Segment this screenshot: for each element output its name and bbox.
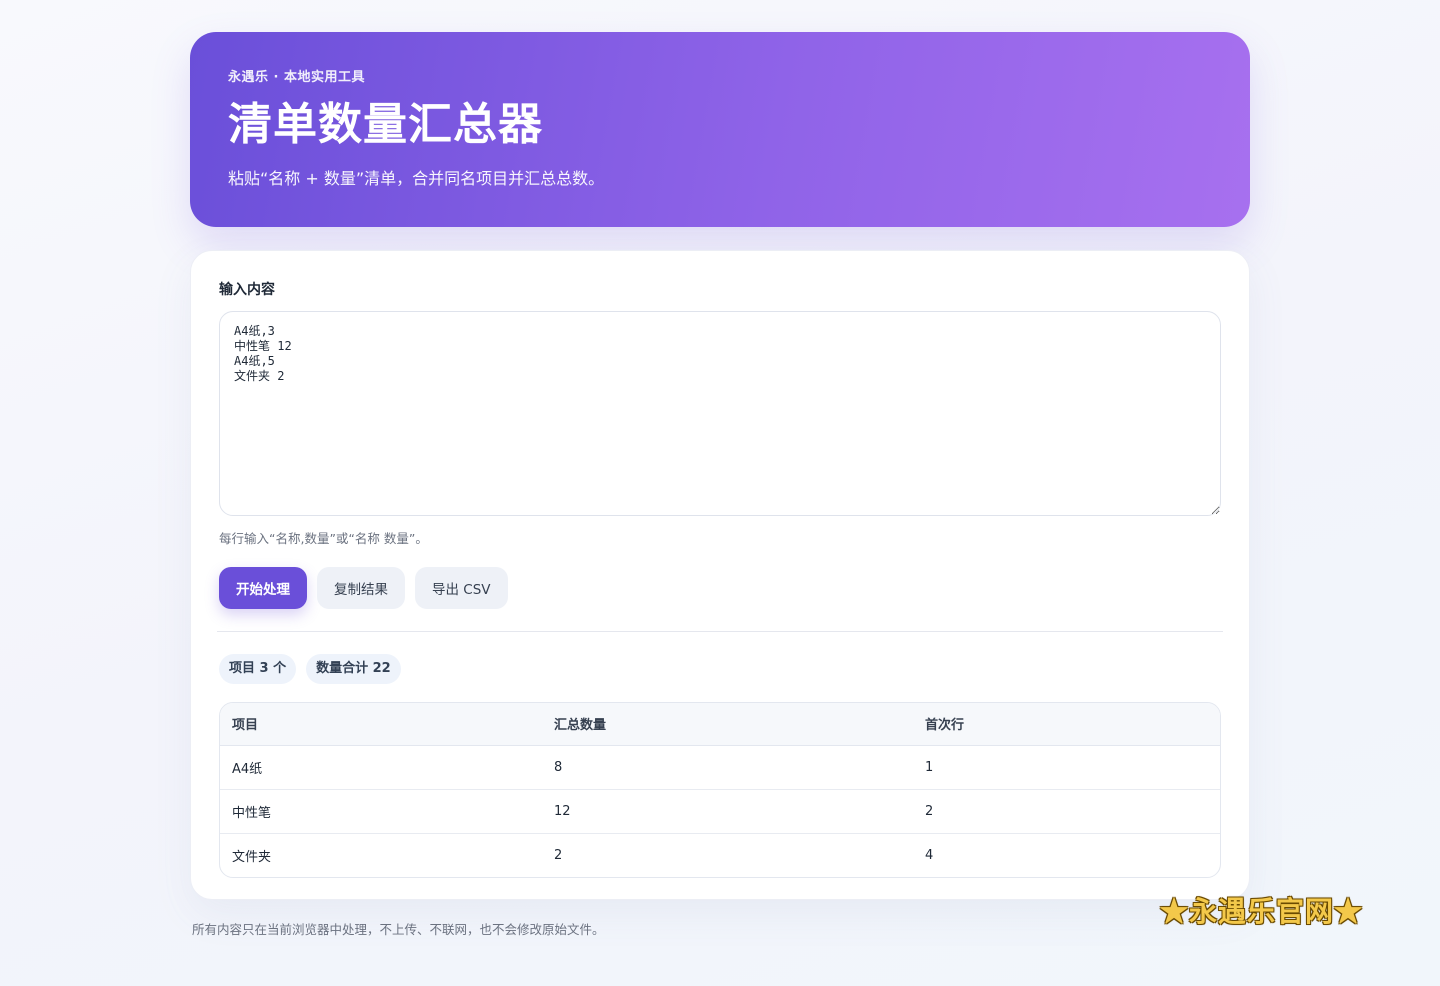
cell-item: A4纸 <box>220 745 542 790</box>
header-item: 项目 <box>220 703 542 746</box>
main-card: 输入内容 每行输入“名称,数量”或“名称 数量”。 开始处理 复制结果 导出 C… <box>190 250 1250 900</box>
table-row: 文件夹 2 4 <box>220 833 1220 877</box>
input-hint: 每行输入“名称,数量”或“名称 数量”。 <box>219 531 428 546</box>
table-row: A4纸 8 1 <box>220 745 1220 790</box>
export-csv-button[interactable]: 导出 CSV <box>415 567 508 609</box>
watermark-logo: ★永遇乐官网★ <box>1160 895 1364 928</box>
item-count-badge: 项目 3 个 <box>219 654 297 684</box>
cell-first-line: 1 <box>913 745 1220 790</box>
process-button[interactable]: 开始处理 <box>219 567 307 609</box>
summary-badges: 项目 3 个 数量合计 22 <box>219 654 1221 684</box>
header-total-quantity: 汇总数量 <box>542 703 913 746</box>
copy-result-button[interactable]: 复制结果 <box>317 567 405 609</box>
cell-quantity: 2 <box>554 847 563 863</box>
table-header-row: 项目 汇总数量 首次行 <box>220 703 1220 746</box>
cell-first-line: 4 <box>925 847 934 863</box>
hero-subtitle: 粘贴“名称 + 数量”清单，合并同名项目并汇总总数。 <box>228 169 605 188</box>
input-label: 输入内容 <box>219 282 275 298</box>
cell-quantity: 8 <box>542 745 913 790</box>
cell-item: 文件夹 <box>232 849 272 865</box>
divider <box>217 631 1223 632</box>
hero-kicker: 永遇乐 · 本地实用工具 <box>228 70 365 85</box>
table-row: 中性笔 12 2 <box>220 789 1220 834</box>
page-title: 清单数量汇总器 <box>228 99 543 150</box>
header-first-line: 首次行 <box>913 703 1220 746</box>
cell-quantity: 12 <box>542 789 913 834</box>
list-input[interactable] <box>219 311 1221 516</box>
hero-banner: 永遇乐 · 本地实用工具 清单数量汇总器 粘贴“名称 + 数量”清单，合并同名项… <box>190 32 1250 227</box>
cell-first-line: 2 <box>913 789 1220 834</box>
result-table: 项目 汇总数量 首次行 A4纸 8 1 中性笔 12 2 文件夹 2 4 <box>219 702 1221 878</box>
quantity-total-badge: 数量合计 22 <box>306 654 401 684</box>
privacy-note: 所有内容只在当前浏览器中处理，不上传、不联网，也不会修改原始文件。 <box>192 922 605 937</box>
action-buttons: 开始处理 复制结果 导出 CSV <box>219 567 1221 609</box>
cell-item: 中性笔 <box>220 789 542 834</box>
